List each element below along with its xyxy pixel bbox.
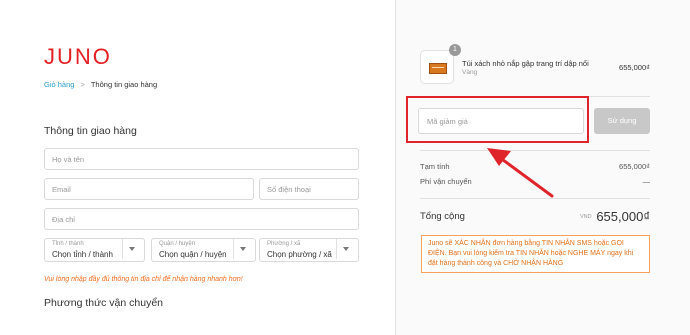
breadcrumb-current: Thông tin giao hàng xyxy=(90,80,158,89)
caret-down-icon[interactable] xyxy=(233,239,252,259)
product-variant: Vàng xyxy=(462,69,478,76)
caret-down-icon[interactable] xyxy=(336,239,355,259)
quantity-badge: 1 xyxy=(449,44,461,56)
delivery-method-title: Phương thức vận chuyển xyxy=(44,297,164,309)
district-label: Quận / huyện xyxy=(159,241,196,247)
divider xyxy=(420,198,650,199)
email-field[interactable]: Email xyxy=(44,178,254,200)
shipping-fee-row: Phí vận chuyển — xyxy=(420,177,650,186)
shipping-form-panel: JUNO Giỏ hàng > Thông tin giao hàng Thông … xyxy=(0,0,395,335)
caret-down-icon[interactable] xyxy=(122,239,141,259)
total-value: 655,000₫ xyxy=(596,209,650,224)
phone-placeholder: Số điện thoại xyxy=(267,185,311,194)
province-value: Chọn tỉnh / thành xyxy=(52,250,113,259)
subtotal-row: Tạm tính 655,000₫ xyxy=(420,162,650,171)
ward-value: Chọn phường / xã xyxy=(267,250,332,259)
confirmation-notice: Juno sẽ XÁC NHẬN đơn hàng bằng TIN NHẮN … xyxy=(421,235,650,273)
coupon-highlight-box xyxy=(406,96,589,143)
breadcrumb-cart-link[interactable]: Giỏ hàng xyxy=(44,80,74,89)
phone-field[interactable]: Số điện thoại xyxy=(259,178,359,200)
fullname-field[interactable]: Họ và tên xyxy=(44,148,359,170)
breadcrumb: Giỏ hàng > Thông tin giao hàng xyxy=(44,80,157,89)
total-label: Tổng cộng xyxy=(420,211,465,222)
fullname-placeholder: Họ và tên xyxy=(52,155,85,164)
divider xyxy=(420,150,650,151)
subtotal-value: 655,000₫ xyxy=(619,162,650,171)
shipping-fee-value: — xyxy=(642,177,651,186)
product-name: Túi xách nhỏ nắp gập trang trí dập nổi xyxy=(462,59,589,68)
total-currency: VND xyxy=(580,214,592,220)
product-price: 655,000₫ xyxy=(619,63,650,72)
province-select[interactable]: Tỉnh / thành Chọn tỉnh / thành xyxy=(44,238,145,262)
apply-coupon-button[interactable]: Sử dụng xyxy=(594,108,650,134)
district-select[interactable]: Quận / huyện Chọn quận / huyện xyxy=(151,238,256,262)
district-value: Chọn quận / huyện xyxy=(159,250,227,259)
shipping-fee-label: Phí vận chuyển xyxy=(420,177,472,186)
chevron-right-icon: > xyxy=(80,80,85,89)
address-placeholder: Địa chỉ xyxy=(52,215,75,224)
ward-label: Phường / xã xyxy=(267,241,301,247)
subtotal-label: Tạm tính xyxy=(420,162,450,171)
ward-select[interactable]: Phường / xã Chọn phường / xã xyxy=(259,238,359,262)
province-label: Tỉnh / thành xyxy=(52,241,84,247)
email-placeholder: Email xyxy=(52,185,71,194)
juno-logo[interactable]: JUNO xyxy=(44,44,112,70)
address-field[interactable]: Địa chỉ xyxy=(44,208,359,230)
product-thumbnail xyxy=(420,50,454,84)
address-warning: Vui lòng nhập đầy đủ thông tin địa chỉ đ… xyxy=(44,276,243,283)
handbag-icon xyxy=(429,63,447,74)
shipping-info-title: Thông tin giao hàng xyxy=(44,125,137,137)
